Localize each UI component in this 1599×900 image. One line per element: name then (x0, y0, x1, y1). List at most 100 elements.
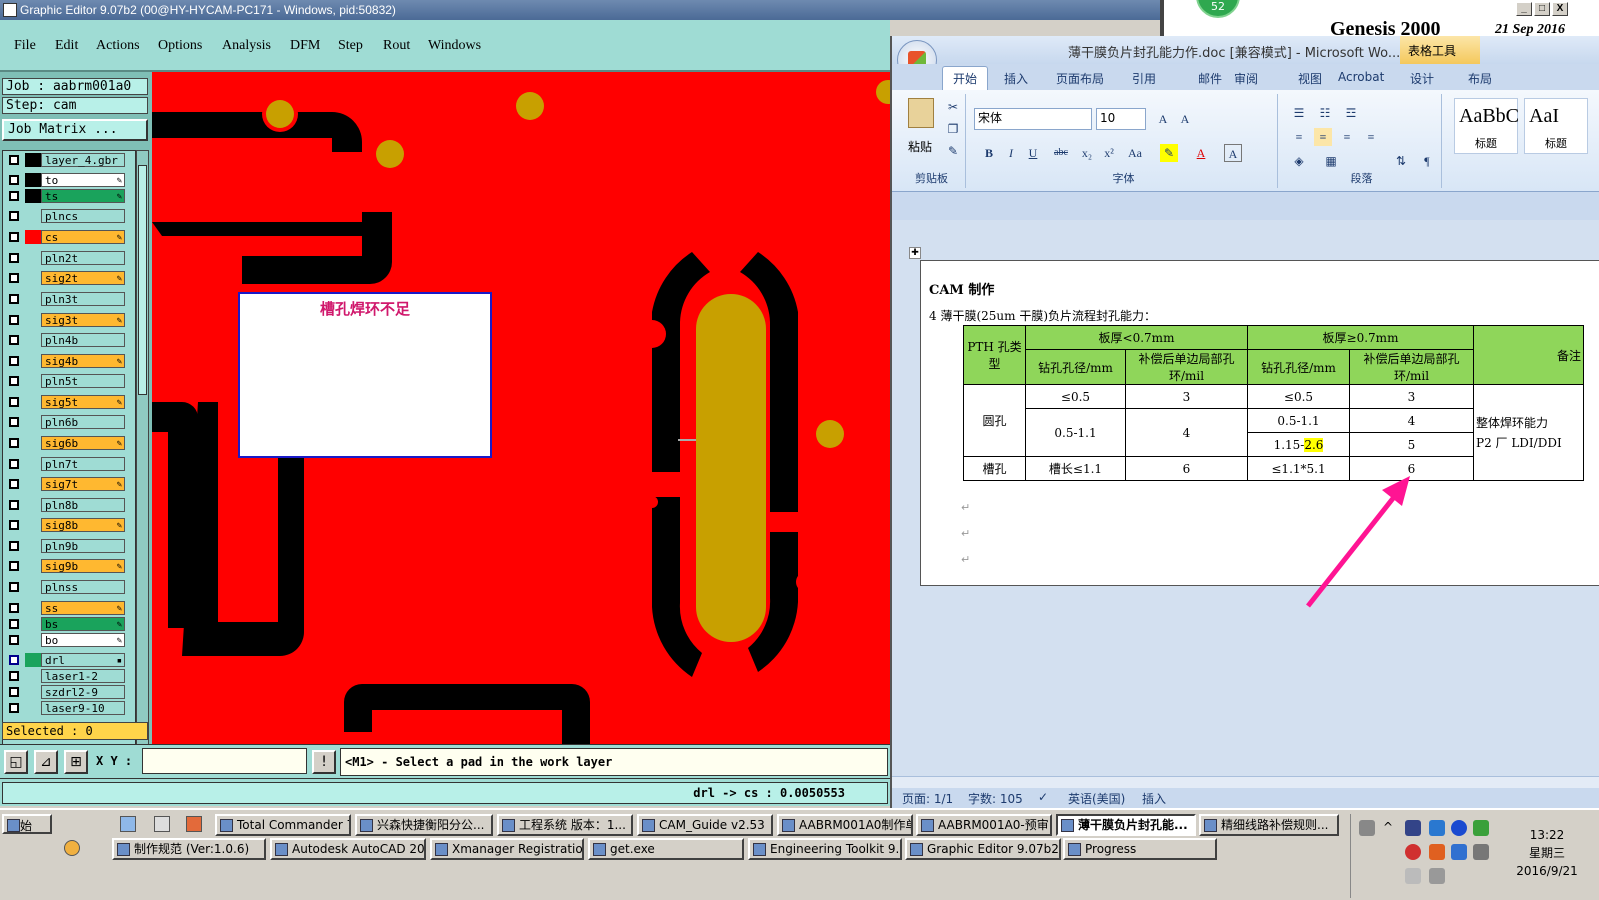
layer-row[interactable]: drl ▪ (5, 653, 125, 667)
menu-step[interactable]: Step (338, 38, 363, 54)
quicklaunch-icon[interactable] (64, 840, 80, 856)
layer-name[interactable]: plncs (41, 209, 125, 223)
multilevel-icon[interactable]: ☲ (1342, 104, 1360, 122)
layer-name[interactable]: to ✎ (41, 173, 125, 187)
layer-name[interactable]: sig7t ✎ (41, 477, 125, 491)
copy-icon[interactable]: ❐ (944, 120, 962, 138)
layer-row[interactable]: to ✎ (5, 173, 125, 187)
layer-checkbox[interactable] (9, 438, 19, 448)
menu-actions[interactable]: Actions (96, 38, 140, 54)
taskbar-button[interactable]: Engineering Toolkit 9.07... (748, 838, 902, 860)
document-area[interactable]: ✚ CAM 制作 4 薄干膜(25um 干膜)负片流程封孔能力： PTH 孔类型… (892, 220, 1599, 776)
layer-name[interactable]: sig2t ✎ (41, 271, 125, 285)
job-matrix-button[interactable]: Job Matrix ... (2, 119, 148, 141)
layer-row[interactable]: sig4b ✎ (5, 354, 125, 368)
info-button[interactable]: ! (312, 750, 336, 774)
layer-row[interactable]: pln8b (5, 498, 125, 512)
layer-color-swatch[interactable] (25, 701, 41, 715)
layer-checkbox[interactable] (9, 520, 19, 530)
layer-checkbox[interactable] (9, 655, 19, 665)
align-right-icon[interactable]: ≡ (1338, 128, 1356, 146)
layer-checkbox[interactable] (9, 479, 19, 489)
layer-name[interactable]: ts ✎ (41, 189, 125, 203)
ribbon-tab[interactable]: 审阅 (1234, 70, 1258, 87)
layer-color-swatch[interactable] (25, 518, 41, 532)
taskbar-button[interactable]: 精细线路补偿规则... (1199, 814, 1339, 836)
start-button[interactable]: 开始 (2, 814, 52, 834)
layer-checkbox[interactable] (9, 397, 19, 407)
layer-checkbox[interactable] (9, 175, 19, 185)
taskbar-button[interactable]: Graphic Editor 9.07b2 (0... (905, 838, 1061, 860)
taskbar-button[interactable]: Xmanager Registration (430, 838, 584, 860)
layer-name[interactable]: pln9b (41, 539, 125, 553)
layer-color-swatch[interactable] (25, 333, 41, 347)
cut-icon[interactable]: ✂ (944, 98, 962, 116)
bullets-icon[interactable]: ☰ (1290, 104, 1308, 122)
layer-checkbox[interactable] (9, 582, 19, 592)
layer-color-swatch[interactable] (25, 395, 41, 409)
change-case-icon[interactable]: Aa (1126, 144, 1144, 162)
layer-checkbox[interactable] (9, 541, 19, 551)
layer-name[interactable]: sig5t ✎ (41, 395, 125, 409)
underline-icon[interactable]: U (1024, 144, 1042, 162)
layer-checkbox[interactable] (9, 671, 19, 681)
paste-label[interactable]: 粘贴 (908, 138, 932, 155)
layer-checkbox[interactable] (9, 459, 19, 469)
layer-name[interactable]: pln3t (41, 292, 125, 306)
ribbon-tab[interactable]: 开始 (942, 66, 989, 90)
layer-row[interactable]: layer_4.gbr (5, 153, 125, 167)
align-left-icon[interactable]: ≡ (1290, 128, 1308, 146)
tray-icon[interactable] (1429, 844, 1445, 860)
zoom-area-button[interactable]: ◱ (4, 750, 28, 774)
menu-options[interactable]: Options (158, 38, 202, 54)
taskbar-button[interactable]: 兴森快捷衡阳分公... (355, 814, 493, 836)
horizontal-scrollbar[interactable] (892, 776, 1599, 788)
layer-checkbox[interactable] (9, 356, 19, 366)
layer-checkbox[interactable] (9, 561, 19, 571)
layer-color-swatch[interactable] (25, 230, 41, 244)
menu-file[interactable]: File (14, 38, 36, 54)
layer-name[interactable]: layer_4.gbr (41, 153, 125, 167)
layer-row[interactable]: pln9b (5, 539, 125, 553)
quicklaunch-icon[interactable] (186, 816, 202, 832)
layer-color-swatch[interactable] (25, 653, 41, 667)
superscript-icon[interactable]: x² (1100, 144, 1118, 162)
tray-icon[interactable] (1405, 820, 1421, 836)
ribbon-tab[interactable]: 邮件 (1198, 70, 1222, 87)
align-center-icon[interactable]: ≡ (1314, 128, 1332, 146)
layer-checkbox[interactable] (9, 635, 19, 645)
menu-windows[interactable]: Windows (428, 38, 481, 54)
subscript-icon[interactable]: x₂ (1078, 144, 1096, 162)
ribbon-tab[interactable]: 设计 (1410, 70, 1434, 87)
layer-row[interactable]: sig3t ✎ (5, 313, 125, 327)
italic-icon[interactable]: I (1002, 144, 1020, 162)
layer-checkbox[interactable] (9, 232, 19, 242)
char-border-icon[interactable]: A (1224, 144, 1242, 162)
quicklaunch-icon[interactable] (120, 816, 136, 832)
shrink-font-icon[interactable]: A (1176, 110, 1194, 128)
menu-dfm[interactable]: DFM (290, 38, 320, 54)
layer-row[interactable]: pln3t (5, 292, 125, 306)
sort-icon[interactable]: ⇅ (1392, 152, 1410, 170)
page-count[interactable]: 页面: 1/1 (902, 790, 953, 807)
layer-checkbox[interactable] (9, 687, 19, 697)
ribbon-tab[interactable]: 引用 (1132, 70, 1156, 87)
font-name-select[interactable]: 宋体 (974, 108, 1092, 130)
ribbon-tab[interactable]: 页面布局 (1056, 70, 1104, 87)
layer-row[interactable]: pln6b (5, 415, 125, 429)
layer-color-swatch[interactable] (25, 539, 41, 553)
taskbar-button[interactable]: 工程系统 版本：1... (497, 814, 633, 836)
close-button[interactable]: X (1552, 2, 1568, 16)
layer-name[interactable]: sig3t ✎ (41, 313, 125, 327)
layer-checkbox[interactable] (9, 253, 19, 263)
layer-name[interactable]: sig4b ✎ (41, 354, 125, 368)
layer-row[interactable]: sig7t ✎ (5, 477, 125, 491)
taskbar-button[interactable]: Progress (1063, 838, 1217, 860)
layer-row[interactable]: laser9-10 (5, 701, 125, 715)
font-color-icon[interactable]: A (1192, 144, 1210, 162)
bluetooth-icon[interactable] (1451, 820, 1467, 836)
layer-name[interactable]: ss ✎ (41, 601, 125, 615)
layer-name[interactable]: bs ✎ (41, 617, 125, 631)
layer-name[interactable]: pln5t (41, 374, 125, 388)
layer-row[interactable]: szdrl2-9 (5, 685, 125, 699)
